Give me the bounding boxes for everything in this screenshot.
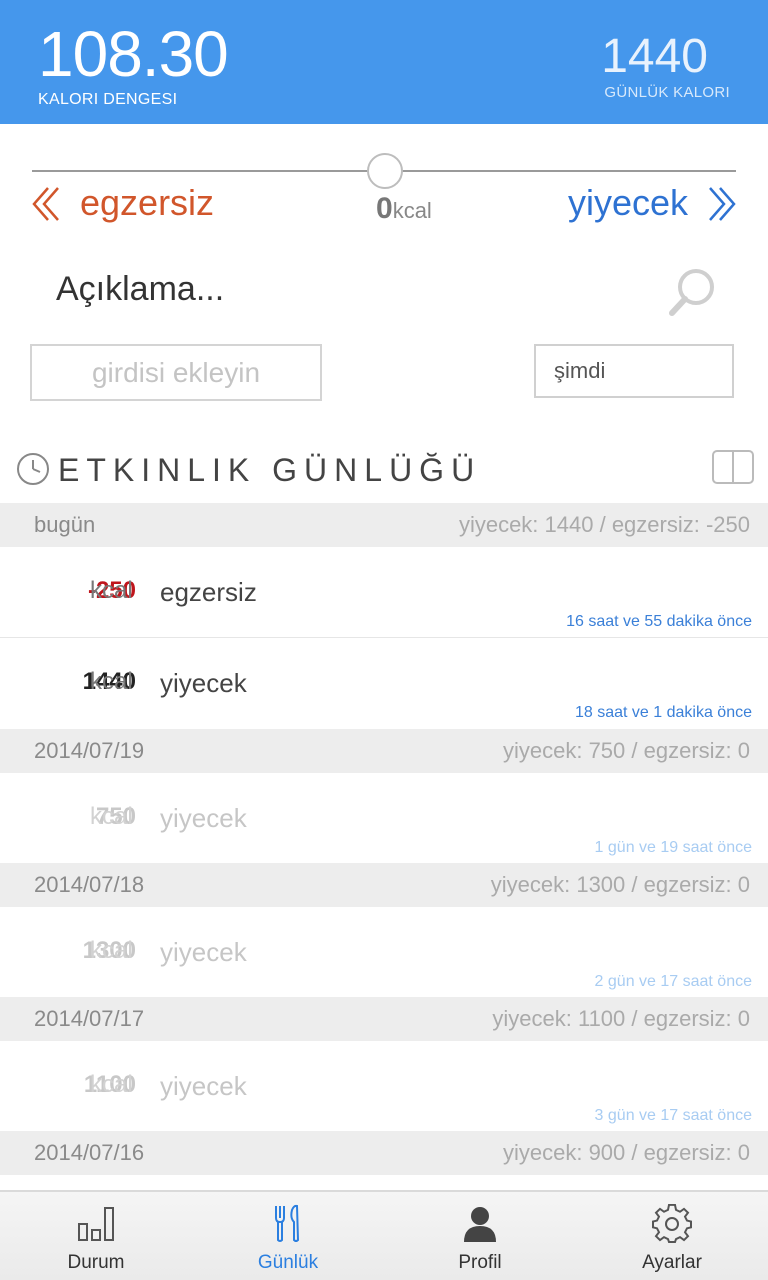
bar-chart-icon bbox=[78, 1207, 114, 1241]
log-entry[interactable]: 1100 kcal yiyecek 3 gün ve 17 saat önce bbox=[0, 1041, 768, 1131]
log-entry[interactable]: 1440 kcal yiyecek 18 saat ve 1 dakika ön… bbox=[0, 638, 768, 728]
entry-time: 1 gün ve 19 saat önce bbox=[594, 839, 752, 856]
nav-label: Ayarlar bbox=[642, 1252, 702, 1273]
day-date: 2014/07/17 bbox=[34, 1006, 145, 1031]
time-input[interactable]: şimdi bbox=[534, 344, 734, 398]
chevron-left-icon[interactable] bbox=[30, 186, 60, 222]
daily-calorie-label: GÜNLÜK KALORI bbox=[604, 84, 730, 101]
day-summary: yiyecek: 900 / egzersiz: 0 bbox=[502, 1140, 750, 1165]
entry-type: yiyecek bbox=[160, 668, 247, 698]
calorie-balance-value: 108.30 bbox=[38, 18, 229, 90]
entry-type: yiyecek bbox=[160, 937, 247, 967]
day-date: 2014/07/16 bbox=[34, 1140, 145, 1165]
day-header: bugün yiyecek: 1440 / egzersiz: -250 bbox=[0, 503, 768, 547]
log-entry[interactable]: 750 kcal yiyecek 1 gün ve 19 saat önce bbox=[0, 773, 768, 863]
nav-item-profil[interactable]: Profil bbox=[384, 1192, 576, 1280]
day-summary: yiyecek: 750 / egzersiz: 0 bbox=[502, 738, 750, 763]
activity-log-title: ETKINLIK GÜNLÜĞÜ bbox=[58, 452, 482, 488]
nav-label: Durum bbox=[67, 1252, 125, 1273]
nav-item-ayarlar[interactable]: Ayarlar bbox=[576, 1192, 768, 1280]
entry-time: 3 gün ve 17 saat önce bbox=[594, 1107, 752, 1124]
add-entry-input[interactable]: girdisi ekleyin bbox=[30, 344, 322, 401]
entry-type: yiyecek bbox=[160, 803, 247, 833]
day-header: 2014/07/17 yiyecek: 1100 / egzersiz: 0 bbox=[0, 997, 768, 1041]
day-summary: yiyecek: 1440 / egzersiz: -250 bbox=[458, 512, 750, 537]
entry-unit: kcal bbox=[90, 937, 133, 964]
calorie-header: 108.30 KALORI DENGESI 1440 GÜNLÜK KALORI bbox=[0, 0, 768, 124]
entry-unit: kcal bbox=[90, 577, 133, 604]
kcal-value: 0 bbox=[376, 192, 393, 225]
nav-item-durum[interactable]: Durum bbox=[0, 1192, 192, 1280]
day-summary: yiyecek: 1300 / egzersiz: 0 bbox=[490, 872, 750, 897]
entry-unit: kcal bbox=[90, 803, 133, 830]
calorie-balance-label: KALORI DENGESI bbox=[38, 91, 178, 108]
clock-icon bbox=[17, 453, 49, 485]
chevron-right-icon[interactable] bbox=[708, 186, 738, 222]
exercise-label[interactable]: egzersiz bbox=[80, 182, 214, 224]
nav-label: Günlük bbox=[257, 1252, 319, 1273]
gear-icon bbox=[652, 1204, 692, 1243]
bottom-navigation: Durum Günlük Profil Ayarlar bbox=[0, 1190, 768, 1280]
log-entry[interactable]: -250 kcal egzersiz 16 saat ve 55 dakika … bbox=[0, 547, 768, 637]
fork-knife-icon bbox=[275, 1204, 300, 1242]
entry-time: 2 gün ve 17 saat önce bbox=[594, 973, 752, 990]
kcal-unit: kcal bbox=[392, 198, 432, 223]
nav-label: Profil bbox=[458, 1252, 502, 1273]
food-label[interactable]: yiyecek bbox=[568, 182, 688, 224]
day-header: 2014/07/18 yiyecek: 1300 / egzersiz: 0 bbox=[0, 863, 768, 907]
entry-unit: kcal bbox=[90, 1071, 133, 1098]
day-date: bugün bbox=[34, 512, 96, 537]
entry-time: 18 saat ve 1 dakika önce bbox=[574, 704, 752, 721]
entry-type: egzersiz bbox=[160, 577, 257, 607]
day-date: 2014/07/19 bbox=[34, 738, 145, 763]
day-header: 2014/07/19 yiyecek: 750 / egzersiz: 0 bbox=[0, 729, 768, 773]
description-field[interactable]: Açıklama... bbox=[56, 270, 224, 309]
log-entry[interactable]: 1300 kcal yiyecek 2 gün ve 17 saat önce bbox=[0, 907, 768, 997]
day-header: 2014/07/16 yiyecek: 900 / egzersiz: 0 bbox=[0, 1131, 768, 1175]
book-icon[interactable] bbox=[711, 449, 755, 485]
person-icon bbox=[464, 1207, 496, 1242]
nav-item-gunluk[interactable]: Günlük bbox=[192, 1192, 384, 1280]
search-icon[interactable] bbox=[666, 266, 718, 318]
calorie-slider-handle[interactable] bbox=[367, 153, 403, 189]
daily-calorie-value: 1440 bbox=[601, 30, 708, 83]
entry-unit: kcal bbox=[90, 668, 133, 695]
entry-type: yiyecek bbox=[160, 1071, 247, 1101]
day-date: 2014/07/18 bbox=[34, 872, 145, 897]
kcal-readout: 0kcal bbox=[376, 192, 432, 226]
entry-time: 16 saat ve 55 dakika önce bbox=[566, 613, 752, 630]
day-summary: yiyecek: 1100 / egzersiz: 0 bbox=[492, 1006, 750, 1031]
